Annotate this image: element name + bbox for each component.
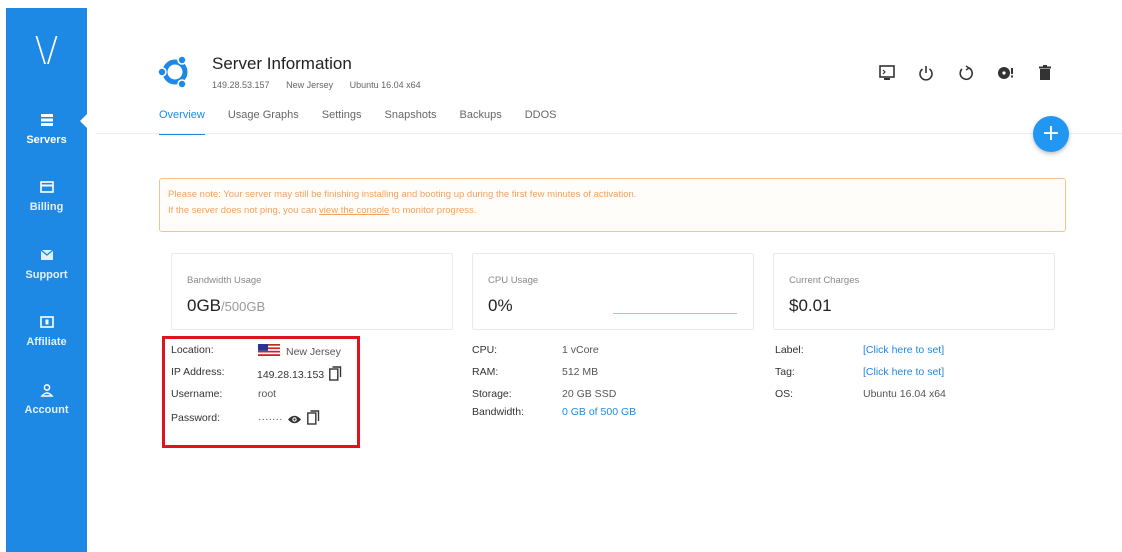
sidebar-item-label: Affiliate bbox=[26, 336, 67, 348]
storage-value: 20 GB SSD bbox=[562, 388, 617, 400]
storage-label: Storage: bbox=[472, 388, 512, 400]
cpu-label: CPU: bbox=[472, 344, 498, 356]
set-label-link[interactable]: [Click here to set] bbox=[863, 344, 944, 356]
cpu-sparkline bbox=[613, 313, 737, 314]
label-label: Label: bbox=[775, 344, 804, 356]
console-icon[interactable] bbox=[878, 64, 896, 82]
tab-backups[interactable]: Backups bbox=[460, 109, 502, 135]
sidebar-item-label: Account bbox=[24, 404, 69, 416]
tab-snapshots[interactable]: Snapshots bbox=[385, 109, 437, 135]
notice-text: to monitor progress. bbox=[389, 205, 477, 216]
bandwidth-value: 0GB/500GB bbox=[187, 296, 265, 316]
sidebar-item-billing[interactable]: Billing bbox=[6, 179, 87, 213]
sidebar-item-account[interactable]: Account bbox=[6, 382, 87, 416]
sidebar-item-label: Billing bbox=[29, 201, 64, 213]
activation-notice: Please note: Your server may still be fi… bbox=[159, 178, 1066, 232]
bandwidth-used: 0GB bbox=[187, 296, 222, 315]
servers-icon bbox=[40, 114, 53, 126]
account-icon bbox=[39, 384, 54, 397]
card-label: Bandwidth Usage bbox=[187, 275, 262, 286]
bandwidth-card: Bandwidth Usage 0GB/500GB bbox=[171, 253, 453, 330]
server-toolbar bbox=[878, 64, 1071, 82]
view-console-link[interactable]: view the console bbox=[319, 205, 389, 216]
bandwidth-link[interactable]: 0 GB of 500 GB bbox=[562, 406, 636, 418]
add-button[interactable]: + bbox=[1033, 116, 1069, 152]
cpu-value: 1 vCore bbox=[562, 344, 599, 356]
cpu-card: CPU Usage 0% bbox=[472, 253, 754, 330]
tab-overview[interactable]: Overview bbox=[159, 109, 205, 135]
sidebar-item-label: Support bbox=[25, 269, 68, 281]
tab-ddos[interactable]: DDOS bbox=[525, 109, 557, 135]
active-indicator bbox=[80, 113, 88, 129]
sidebar: \/ Servers Billing Support Affiliate Acc… bbox=[6, 8, 87, 552]
card-label: CPU Usage bbox=[488, 275, 539, 286]
bandwidth-total: /500GB bbox=[221, 299, 266, 314]
server-os: Ubuntu 16.04 x64 bbox=[349, 80, 421, 90]
sidebar-item-support[interactable]: Support bbox=[6, 247, 87, 281]
billing-icon bbox=[39, 181, 54, 193]
set-tag-link[interactable]: [Click here to set] bbox=[863, 366, 944, 378]
card-label: Current Charges bbox=[789, 275, 860, 286]
bandwidth-label: Bandwidth: bbox=[472, 406, 524, 418]
tab-settings[interactable]: Settings bbox=[322, 109, 362, 135]
reinstall-icon[interactable] bbox=[996, 64, 1014, 82]
power-icon[interactable] bbox=[917, 64, 935, 82]
sidebar-item-affiliate[interactable]: Affiliate bbox=[6, 314, 87, 348]
affiliate-icon bbox=[39, 316, 54, 328]
notice-text: If the server does not ping, you can bbox=[168, 205, 320, 216]
restart-icon[interactable] bbox=[957, 64, 975, 82]
highlight-box bbox=[162, 336, 360, 448]
server-location: New Jersey bbox=[286, 80, 334, 90]
os-value: Ubuntu 16.04 x64 bbox=[863, 388, 946, 400]
cpu-value: 0% bbox=[488, 296, 513, 315]
tab-bar: Overview Usage Graphs Settings Snapshots Bac… bbox=[159, 109, 580, 135]
tab-usage-graphs[interactable]: Usage Graphs bbox=[228, 109, 299, 135]
ram-value: 512 MB bbox=[562, 366, 599, 378]
delete-icon[interactable] bbox=[1036, 64, 1054, 82]
tab-divider bbox=[96, 133, 1122, 134]
brand-logo[interactable]: \/ bbox=[6, 30, 87, 70]
ram-label: RAM: bbox=[472, 366, 499, 378]
tag-label: Tag: bbox=[775, 366, 795, 378]
notice-line-2: If the server does not ping, you can vie… bbox=[168, 203, 1057, 219]
os-label: OS: bbox=[775, 388, 794, 400]
charges-card: Current Charges $0.01 bbox=[773, 253, 1055, 330]
support-icon bbox=[40, 249, 53, 260]
sidebar-item-label: Servers bbox=[26, 134, 67, 146]
notice-line-1: Please note: Your server may still be fi… bbox=[168, 189, 637, 200]
ubuntu-logo-icon bbox=[158, 55, 188, 89]
server-ip: 149.28.53.157 bbox=[212, 80, 270, 90]
sidebar-item-servers[interactable]: Servers bbox=[6, 112, 87, 146]
page-title: Server Information bbox=[212, 54, 352, 73]
server-subinfo: 149.28.53.157 New Jersey Ubuntu 16.04 x6… bbox=[212, 80, 435, 90]
charges-value: $0.01 bbox=[789, 296, 832, 315]
